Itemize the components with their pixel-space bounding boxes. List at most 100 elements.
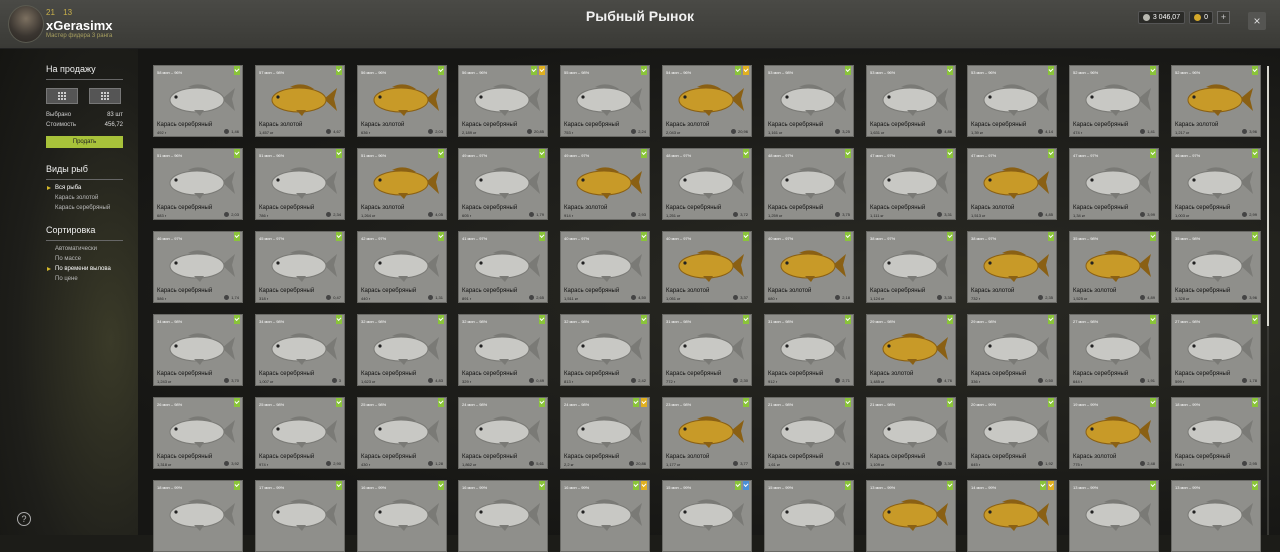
sort-time[interactable]: По времени вылова: [47, 266, 111, 272]
selected-badge-icon[interactable]: [234, 232, 240, 241]
selected-badge-icon[interactable]: [539, 232, 545, 241]
fish-card[interactable]: 13 мин – 99%: [866, 480, 956, 552]
fish-card[interactable]: 16 мин – 99%: [458, 480, 548, 552]
selected-badge-icon[interactable]: [336, 315, 342, 324]
selected-badge-icon[interactable]: [845, 398, 851, 407]
fish-card[interactable]: 51 мин – 96% Карась золотой 1,264 кг 4,05: [357, 148, 447, 220]
fish-card[interactable]: 48 мин – 97% Карась серебряный 1,259 кг 3,7…: [764, 148, 854, 220]
fish-card[interactable]: 16 мин – 99%: [560, 480, 650, 552]
sell-button[interactable]: Продать: [46, 136, 123, 148]
fish-card[interactable]: 47 мин – 97% Карась золотой 1,513 кг 4,85: [967, 148, 1057, 220]
selected-badge-icon[interactable]: [641, 232, 647, 241]
selected-badge-icon[interactable]: [1252, 398, 1258, 407]
fish-card[interactable]: 49 мин – 97% Карась серебряный 605 г 1,79: [458, 148, 548, 220]
fish-card[interactable]: 32 мин – 98% Карась серебряный 1,623 кг 4,8…: [357, 314, 447, 386]
selected-badge-icon[interactable]: [539, 149, 545, 158]
selected-badge-icon[interactable]: [1252, 149, 1258, 158]
fish-card[interactable]: 51 мин – 96% Карась серебряный 683 г 2,03: [153, 148, 243, 220]
selected-badge-icon[interactable]: [1252, 315, 1258, 324]
fish-card[interactable]: 41 мин – 97% Карась серебряный 891 г 2,65: [458, 231, 548, 303]
selected-badge-icon[interactable]: [1048, 149, 1054, 158]
selected-badge-icon[interactable]: [539, 398, 545, 407]
fish-card[interactable]: 18 мин – 99%: [153, 480, 243, 552]
fish-card[interactable]: 25 мин – 98% Карась серебряный 974 г 2,90: [255, 397, 345, 469]
fish-card[interactable]: 56 мин – 96% Карась серебряный 2,189 кг 20,…: [458, 65, 548, 137]
fish-card[interactable]: 24 мин – 98% Карась серебряный 1,862 кг 5,6…: [458, 397, 548, 469]
selected-badge-icon[interactable]: [1150, 149, 1156, 158]
fish-card[interactable]: 15 мин – 99%: [662, 480, 752, 552]
selected-badge-icon[interactable]: [1048, 398, 1054, 407]
fish-card[interactable]: 51 мин – 96% Карась серебряный 786 г 2,34: [255, 148, 345, 220]
selected-badge-icon[interactable]: [438, 232, 444, 241]
fish-card[interactable]: 34 мин – 98% Карась серебряный 1,243 кг 3,7…: [153, 314, 243, 386]
selected-badge-icon[interactable]: [947, 149, 953, 158]
selected-badge-icon[interactable]: [641, 66, 647, 75]
fish-card[interactable]: 31 мин – 98% Карась серебряный 912 г 2,71: [764, 314, 854, 386]
grid-view-alt-button[interactable]: [89, 88, 121, 104]
selected-badge-icon[interactable]: [735, 481, 741, 490]
fish-card[interactable]: 25 мин – 98% Карась серебряный 430 г 1,28: [357, 397, 447, 469]
selected-badge-icon[interactable]: [539, 481, 545, 490]
trophy-badge-icon[interactable]: [641, 481, 647, 490]
help-button[interactable]: ?: [17, 512, 31, 526]
selected-badge-icon[interactable]: [743, 398, 749, 407]
selected-badge-icon[interactable]: [743, 315, 749, 324]
selected-badge-icon[interactable]: [947, 232, 953, 241]
selected-badge-icon[interactable]: [845, 315, 851, 324]
fish-card[interactable]: 38 мин – 97% Карась серебряный 1,124 кг 3,3…: [866, 231, 956, 303]
selected-badge-icon[interactable]: [845, 481, 851, 490]
fish-card[interactable]: 57 мин – 98% Карась золотой 1,457 кг 4,67: [255, 65, 345, 137]
fish-card[interactable]: 54 мин – 96% Карась золотой 2,043 кг 20,96: [662, 65, 752, 137]
selected-badge-icon[interactable]: [234, 398, 240, 407]
close-button[interactable]: ×: [1248, 12, 1266, 30]
trophy-badge-icon[interactable]: [1048, 481, 1054, 490]
sort-price[interactable]: По цене: [55, 276, 78, 282]
selected-badge-icon[interactable]: [1048, 315, 1054, 324]
fish-card[interactable]: 32 мин – 98% Карась серебряный 813 г 2,42: [560, 314, 650, 386]
fish-card[interactable]: 21 мин – 98% Карась серебряный 1,61 кг 4,79: [764, 397, 854, 469]
fish-card[interactable]: 27 мин – 98% Карась серебряный 644 г 1,91: [1069, 314, 1159, 386]
selected-badge-icon[interactable]: [947, 481, 953, 490]
fish-card[interactable]: 31 мин – 98% Карась серебряный 772 г 2,30: [662, 314, 752, 386]
fish-card[interactable]: 13 мин – 99%: [1171, 480, 1261, 552]
sort-auto[interactable]: Автоматически: [55, 246, 97, 252]
selected-badge-icon[interactable]: [1040, 481, 1046, 490]
selected-badge-icon[interactable]: [1048, 232, 1054, 241]
fish-card[interactable]: 45 мин – 97% Карась серебряный 318 г 0,47: [255, 231, 345, 303]
fish-card[interactable]: 53 мин – 98% Карась серебряный 1,161 кг 3,2…: [764, 65, 854, 137]
selected-badge-icon[interactable]: [735, 66, 741, 75]
info-badge-icon[interactable]: [743, 481, 749, 490]
fish-card[interactable]: 52 мин – 96% Карась серебряный 474 г 1,41: [1069, 65, 1159, 137]
selected-badge-icon[interactable]: [1150, 232, 1156, 241]
trophy-badge-icon[interactable]: [641, 398, 647, 407]
fish-card[interactable]: 46 мин – 97% Карась серебряный 586 г 1,74: [153, 231, 243, 303]
fish-card[interactable]: 32 мин – 98% Карась серебряный 329 г 0,49: [458, 314, 548, 386]
fish-card[interactable]: 27 мин – 98% Карась серебряный 599 г 1,78: [1171, 314, 1261, 386]
trophy-badge-icon[interactable]: [539, 66, 545, 75]
selected-badge-icon[interactable]: [336, 481, 342, 490]
fish-card[interactable]: 13 мин – 99%: [1069, 480, 1159, 552]
selected-badge-icon[interactable]: [234, 66, 240, 75]
selected-badge-icon[interactable]: [438, 398, 444, 407]
species-all[interactable]: Вся рыба: [46, 185, 81, 191]
fish-card[interactable]: 26 мин – 98% Карась серебряный 1,318 кг 3,9…: [153, 397, 243, 469]
selected-badge-icon[interactable]: [641, 149, 647, 158]
selected-badge-icon[interactable]: [633, 481, 639, 490]
fish-card[interactable]: 40 мин – 97% Карась золотой 1,051 кг 3,37: [662, 231, 752, 303]
selected-badge-icon[interactable]: [845, 66, 851, 75]
fish-card[interactable]: 47 мин – 97% Карась серебряный 1,34 кг 3,99: [1069, 148, 1159, 220]
fish-card[interactable]: 21 мин – 98% Карась серебряный 1,109 кг 3,3…: [866, 397, 956, 469]
fish-card[interactable]: 35 мин – 98% Карась серебряный 1,328 кг 3,9…: [1171, 231, 1261, 303]
fish-card[interactable]: 29 мин – 98% Карась золотой 1,485 кг 4,76: [866, 314, 956, 386]
grid-view-button[interactable]: [46, 88, 78, 104]
fish-card[interactable]: 55 мин – 98% Карась серебряный 753 г 2,24: [560, 65, 650, 137]
selected-badge-icon[interactable]: [743, 232, 749, 241]
fish-card[interactable]: 18 мин – 99% Карась серебряный 994 г 2,95: [1171, 397, 1261, 469]
selected-badge-icon[interactable]: [743, 149, 749, 158]
selected-badge-icon[interactable]: [947, 315, 953, 324]
fish-card[interactable]: 38 мин – 97% Карась золотой 732 г 2,35: [967, 231, 1057, 303]
selected-badge-icon[interactable]: [845, 232, 851, 241]
fish-card[interactable]: 40 мин – 97% Карась серебряный 1,511 кг 4,5…: [560, 231, 650, 303]
selected-badge-icon[interactable]: [336, 149, 342, 158]
selected-badge-icon[interactable]: [336, 398, 342, 407]
